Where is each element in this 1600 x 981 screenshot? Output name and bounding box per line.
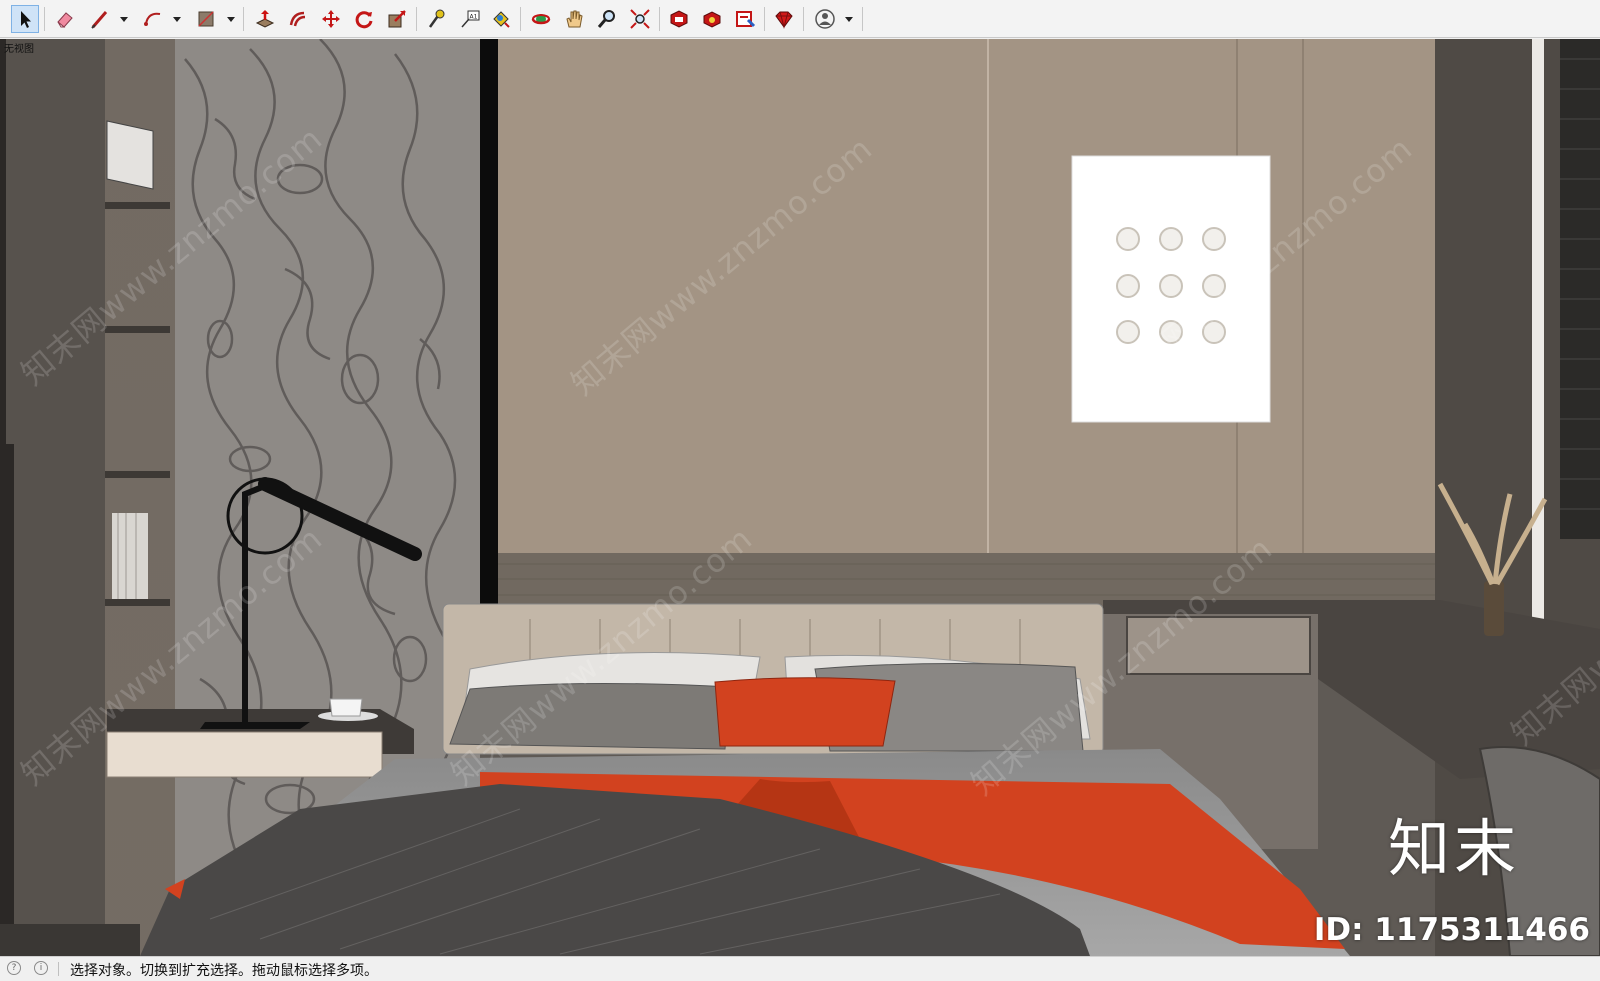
3d-warehouse-icon[interactable] bbox=[665, 5, 693, 33]
status-separator bbox=[58, 962, 59, 976]
shelf bbox=[105, 599, 170, 606]
rectangle-dropdown-icon[interactable] bbox=[226, 14, 236, 24]
toolbar-separator bbox=[44, 7, 45, 31]
status-bar: ? i 选择对象。切换到扩充选择。拖动鼠标选择多项。 bbox=[0, 956, 1600, 981]
toolbar-separator bbox=[243, 7, 244, 31]
arc-dropdown-icon[interactable] bbox=[172, 14, 182, 24]
layout-icon[interactable] bbox=[731, 5, 759, 33]
shelf-decor-box bbox=[106, 120, 154, 190]
geo-location-icon[interactable]: ? bbox=[7, 961, 21, 975]
offset-tool-icon[interactable] bbox=[284, 5, 312, 33]
paint-bucket-tool-icon[interactable] bbox=[487, 5, 515, 33]
account-dropdown-icon[interactable] bbox=[844, 14, 854, 24]
window-blinds bbox=[1560, 39, 1600, 539]
rectangle-tool-icon[interactable] bbox=[192, 5, 220, 33]
toolbar-separator bbox=[862, 7, 863, 31]
left-wall bbox=[0, 39, 105, 956]
model-viewport[interactable]: 无视图 知末网www.znzmo.com 知末网www.znzmo.com 知末… bbox=[0, 39, 1600, 956]
toolbar-separator bbox=[520, 7, 521, 31]
brand-logo-text: 知末 bbox=[1387, 812, 1520, 885]
line-dropdown-icon[interactable] bbox=[119, 14, 129, 24]
push-pull-tool-icon[interactable] bbox=[251, 5, 279, 33]
nightstand-drawer bbox=[106, 731, 383, 778]
shelf bbox=[105, 471, 170, 478]
ruby-console-icon[interactable] bbox=[770, 5, 798, 33]
eraser-tool-icon[interactable] bbox=[51, 5, 79, 33]
zoom-extents-tool-icon[interactable] bbox=[626, 5, 654, 33]
info-icon[interactable]: i bbox=[34, 961, 48, 975]
text-tool-icon[interactable]: A1 bbox=[456, 5, 484, 33]
rotate-tool-icon[interactable] bbox=[350, 5, 378, 33]
dark-trim bbox=[480, 39, 498, 609]
status-message: 选择对象。切换到扩充选择。拖动鼠标选择多项。 bbox=[70, 963, 378, 979]
toolbar-separator bbox=[803, 7, 804, 31]
extension-warehouse-icon[interactable] bbox=[698, 5, 726, 33]
books bbox=[112, 513, 148, 599]
toolbar-separator bbox=[659, 7, 660, 31]
coffee-cup bbox=[329, 698, 363, 717]
zoom-tool-icon[interactable] bbox=[593, 5, 621, 33]
toolbar-separator bbox=[764, 7, 765, 31]
arc-tool-icon[interactable] bbox=[139, 5, 167, 33]
shelf bbox=[105, 202, 170, 209]
line-tool-icon[interactable] bbox=[86, 5, 114, 33]
account-icon[interactable] bbox=[811, 5, 839, 33]
select-tool-icon[interactable] bbox=[11, 5, 39, 33]
vase bbox=[1484, 581, 1504, 636]
main-toolbar: A1 bbox=[0, 0, 1600, 38]
pillow-orange bbox=[714, 677, 896, 747]
asset-id-label: ID: 1175311466 bbox=[1313, 912, 1590, 948]
move-tool-icon[interactable] bbox=[317, 5, 345, 33]
scene-tab-label[interactable]: 无视图 bbox=[4, 40, 34, 55]
headboard-wall bbox=[498, 39, 1435, 559]
svg-text:A1: A1 bbox=[470, 14, 478, 21]
orbit-tool-icon[interactable] bbox=[527, 5, 555, 33]
tape-measure-tool-icon[interactable] bbox=[422, 5, 450, 33]
scale-tool-icon[interactable] bbox=[383, 5, 411, 33]
pan-tool-icon[interactable] bbox=[560, 5, 588, 33]
toolbar-separator bbox=[416, 7, 417, 31]
